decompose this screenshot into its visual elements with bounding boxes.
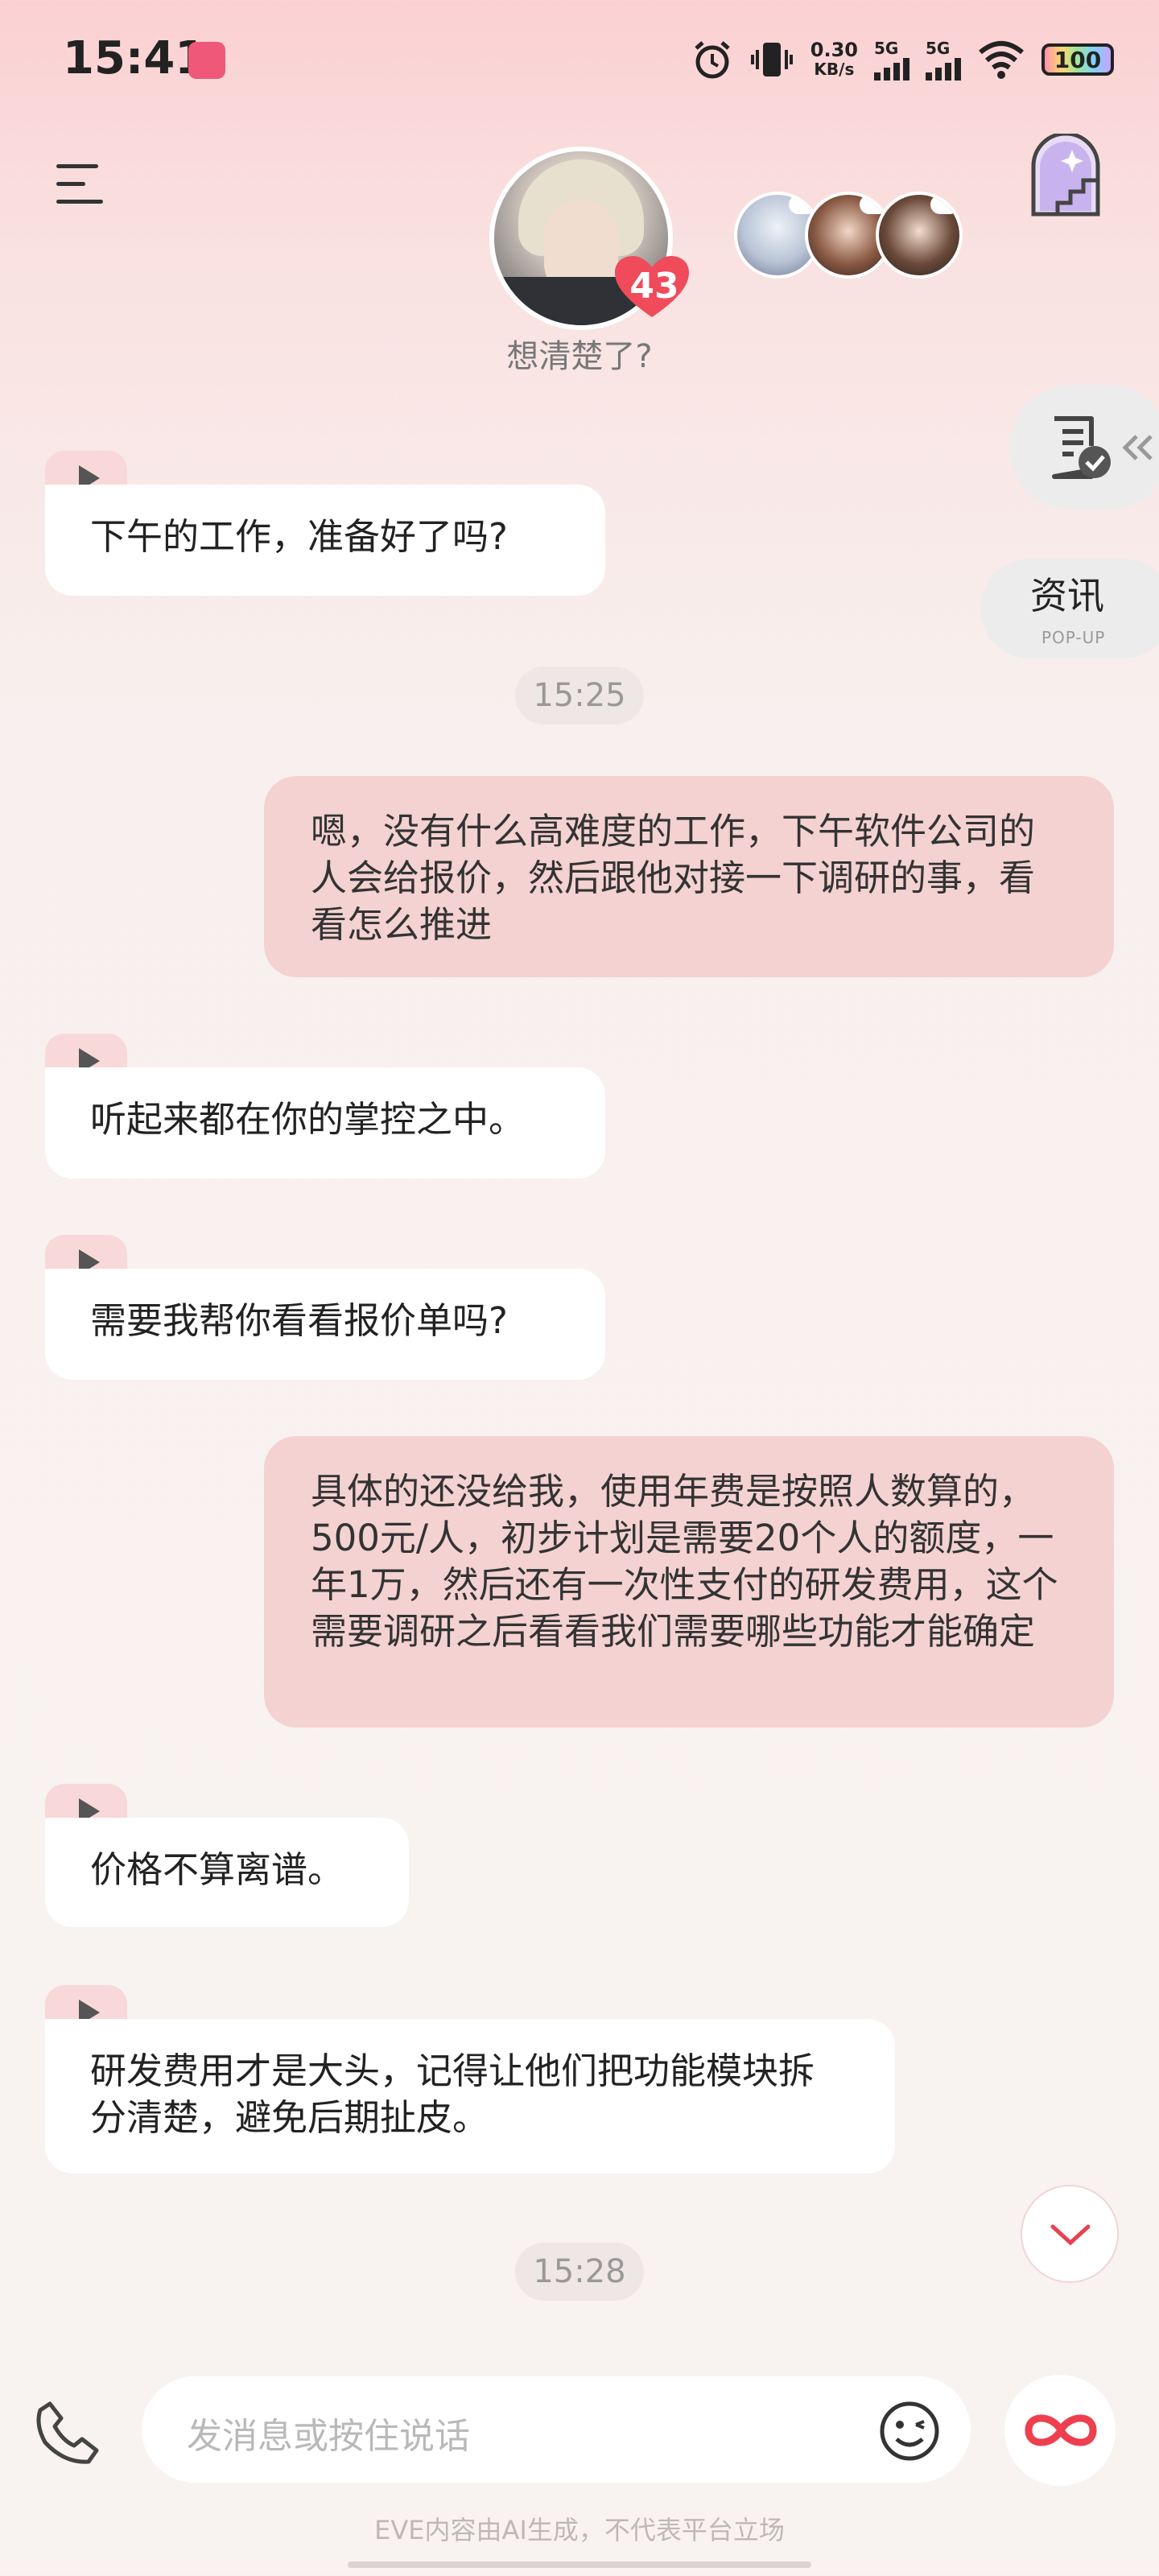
- net-speed-value: 0.30: [810, 39, 858, 61]
- timestamp: 15:28: [515, 2243, 644, 2301]
- phone-call-icon[interactable]: [32, 2396, 105, 2468]
- news-sublabel: POP-UP: [1041, 628, 1106, 647]
- sim2-label: 5G: [926, 39, 951, 58]
- ai-message: 下午的工作，准备好了吗?: [45, 485, 605, 596]
- chevron-down-icon: [1050, 2224, 1091, 2246]
- status-time: 15:41: [63, 32, 207, 85]
- menu-line: [56, 164, 98, 168]
- news-label: 资讯: [1030, 574, 1104, 617]
- home-indicator[interactable]: [348, 2562, 811, 2568]
- sim1-bars-icon: [874, 58, 909, 80]
- sim1-signal: 5G: [874, 39, 909, 80]
- friend-avatar-3[interactable]: [876, 192, 963, 279]
- menu-button[interactable]: [56, 161, 113, 206]
- app-notification-icon: [188, 42, 225, 79]
- user-message: 具体的还没给我，使用年费是按照人数算的，500元/人，初步计划是需要20个人的额…: [264, 1436, 1114, 1728]
- ai-message: 研发费用才是大头，记得让他们把功能模块拆分清楚，避免后期扯皮。: [45, 2019, 895, 2174]
- menu-line: [56, 200, 103, 204]
- ai-disclaimer: EVE内容由AI生成，不代表平台立场: [374, 2515, 785, 2545]
- net-speed-unit: KB/s: [814, 60, 855, 79]
- sim1-label: 5G: [874, 39, 899, 58]
- notes-float-button[interactable]: [1009, 385, 1159, 510]
- magic-door-icon[interactable]: [1025, 134, 1106, 219]
- scroll-to-bottom-button[interactable]: [1021, 2185, 1119, 2283]
- message-input-placeholder: 发消息或按住说话: [187, 2416, 470, 2457]
- sim2-bars-icon: [926, 58, 961, 80]
- infinity-icon: [1025, 2414, 1097, 2446]
- menu-line: [56, 182, 85, 186]
- collapse-arrows-icon: [1122, 435, 1153, 460]
- net-speed: 0.30 KB/s: [810, 40, 858, 79]
- ai-message: 需要我帮你看看报价单吗?: [45, 1269, 605, 1380]
- character-status: 想清楚了?: [506, 338, 653, 375]
- vibrate-icon: [750, 43, 793, 76]
- status-icons: 0.30 KB/s 5G 5G 100: [691, 35, 1114, 84]
- user-message: 嗯，没有什么高难度的工作，下午软件公司的人会给报价，然后跟他对接一下调研的事，看…: [264, 776, 1114, 977]
- battery-icon: 100: [1041, 43, 1114, 76]
- emoji-icon[interactable]: [877, 2399, 942, 2463]
- ai-assist-button[interactable]: [1004, 2375, 1116, 2486]
- sim2-signal: 5G: [926, 39, 961, 80]
- wifi-icon: [979, 41, 1024, 79]
- ai-message: 价格不算离谱。: [45, 1818, 409, 1927]
- ai-message: 听起来都在你的掌控之中。: [45, 1067, 605, 1179]
- checklist-icon: [1052, 416, 1111, 479]
- affection-level: 43: [629, 266, 679, 307]
- alarm-icon: [695, 41, 730, 79]
- timestamp: 15:25: [515, 667, 644, 724]
